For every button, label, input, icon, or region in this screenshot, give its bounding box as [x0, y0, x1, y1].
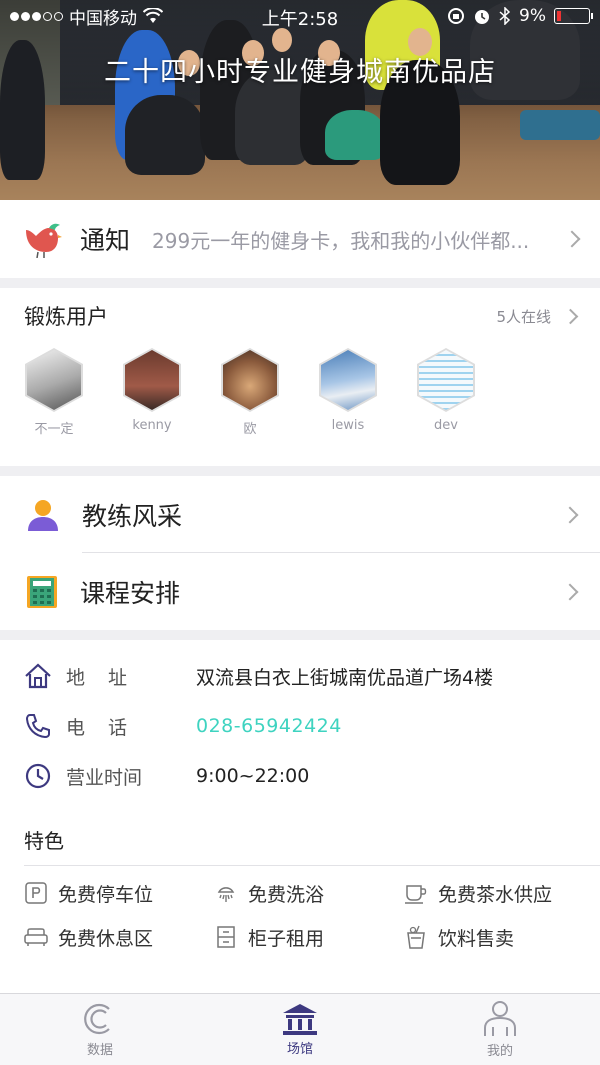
hero-banner: 中国移动 上午2:58 9% 二十四小时专业健身城南优品店: [0, 0, 600, 200]
user-avatar[interactable]: 欧: [221, 348, 279, 437]
feature-label: 免费停车位: [58, 883, 154, 906]
profile-icon: [484, 1001, 516, 1036]
sofa-icon: [24, 925, 48, 949]
gym-name: 二十四小时专业健身城南优品店: [104, 57, 496, 88]
user-avatar[interactable]: lewis: [319, 348, 377, 437]
data-icon: [84, 1003, 110, 1035]
user-name: kenny: [132, 418, 172, 433]
tab-bar: 数据 场馆 我的: [0, 993, 600, 1065]
avatar: [27, 350, 81, 410]
hero-person: [520, 110, 600, 140]
status-time: 上午2:58: [261, 9, 339, 30]
online-count: 5人在线: [496, 307, 551, 326]
tea-cup-icon: [404, 881, 428, 905]
phone-row[interactable]: 电 话 028-65942424: [0, 701, 600, 751]
tab-venue[interactable]: 场馆: [200, 994, 400, 1065]
feature-label: 免费茶水供应: [438, 883, 553, 906]
hero-person: [125, 95, 205, 175]
user-name: dev: [434, 418, 458, 433]
menu-section: 教练风采 课程安排: [0, 476, 600, 630]
feature-label: 免费洗浴: [248, 883, 325, 906]
bird-icon: [26, 223, 62, 258]
chevron-right-icon: [561, 583, 579, 600]
user-name: 欧: [243, 422, 257, 437]
avatar: [321, 350, 375, 410]
coach-label: 教练风采: [82, 501, 183, 531]
user-name: lewis: [331, 418, 365, 433]
users-title: 锻炼用户: [24, 305, 108, 329]
active-users-section: 锻炼用户 5人在线 不一定 kenny 欧 lewis dev: [0, 288, 600, 466]
chevron-right-icon: [562, 308, 579, 324]
tab-profile[interactable]: 我的: [400, 994, 600, 1065]
feature-item: 免费洗浴: [214, 876, 404, 910]
notice-label: 通知: [80, 226, 131, 255]
address-row: 地 址 双流县白衣上街城南优品道广场4楼: [0, 651, 600, 701]
feature-item: 柜子租用: [214, 920, 404, 954]
hours-key: 营业时间: [66, 766, 143, 789]
shower-icon: [214, 881, 238, 905]
tab-label: 场馆: [286, 1042, 313, 1057]
phone-value[interactable]: 028-65942424: [196, 715, 342, 737]
user-avatar[interactable]: 不一定: [25, 348, 83, 437]
avatar-list: 不一定 kenny 欧 lewis dev: [0, 344, 600, 437]
coach-menu-item[interactable]: 教练风采: [0, 476, 600, 553]
battery-icon: [554, 8, 593, 24]
user-name: 不一定: [34, 422, 74, 437]
avatar: [125, 350, 179, 410]
address-key: 地 址: [66, 666, 130, 689]
feature-item: 免费茶水供应: [404, 876, 594, 910]
users-header[interactable]: 锻炼用户 5人在线: [0, 288, 600, 344]
features-title: 特色: [24, 828, 64, 853]
schedule-label: 课程安排: [80, 578, 181, 608]
avatar: [223, 350, 277, 410]
features-grid: 免费停车位 免费洗浴 免费茶水供应 免费休息区 柜子租用 饮料售卖: [0, 866, 600, 954]
avatar: [419, 350, 473, 410]
feature-item: 饮料售卖: [404, 920, 594, 954]
address-value: 双流县白衣上街城南优品道广场4楼: [196, 666, 494, 689]
feature-label: 饮料售卖: [438, 927, 515, 950]
status-bar: 中国移动 上午2:58 9%: [0, 0, 600, 32]
tab-label: 我的: [486, 1044, 513, 1059]
phone-key: 电 话: [66, 716, 130, 739]
feature-label: 柜子租用: [248, 927, 325, 950]
clock-icon: [25, 763, 51, 789]
phone-icon: [25, 714, 50, 739]
chevron-right-icon: [563, 230, 581, 248]
user-avatar[interactable]: dev: [417, 348, 475, 437]
user-avatar[interactable]: kenny: [123, 348, 181, 437]
schedule-menu-item[interactable]: 课程安排: [0, 553, 600, 630]
feature-item: 免费休息区: [24, 920, 214, 954]
calculator-icon: [27, 575, 57, 608]
feature-label: 免费休息区: [58, 927, 154, 950]
venue-icon: [283, 1004, 317, 1035]
home-icon: [25, 663, 51, 689]
info-section: 地 址 双流县白衣上街城南优品道广场4楼 电 话 028-65942424 营业…: [0, 640, 600, 993]
hero-person: [325, 110, 385, 160]
hours-row: 营业时间 9:00~22:00: [0, 751, 600, 801]
chevron-right-icon: [561, 506, 579, 523]
notice-text: 299元一年的健身卡，我和我的小伙伴都...: [152, 228, 530, 253]
tab-label: 数据: [86, 1043, 113, 1058]
feature-item: 免费停车位: [24, 876, 214, 910]
parking-icon: [24, 881, 48, 905]
drink-icon: [404, 925, 428, 949]
hours-value: 9:00~22:00: [196, 765, 310, 787]
coach-icon: [28, 499, 58, 531]
tab-data[interactable]: 数据: [0, 994, 200, 1065]
notice-bar[interactable]: 通知 299元一年的健身卡，我和我的小伙伴都...: [0, 200, 600, 278]
locker-icon: [214, 925, 238, 949]
